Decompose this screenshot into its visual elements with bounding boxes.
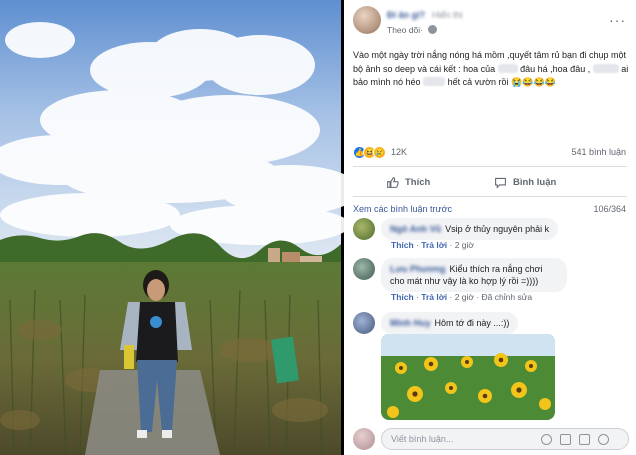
comment-composer: Viết bình luận... [353,428,629,450]
comment-bubble: Lưu Phương Kiểu thích ra nắng chơi cho má… [381,258,567,292]
thumbs-up-icon [387,176,399,188]
comment-count[interactable]: 541 bình luận [571,147,626,157]
divider [353,166,627,167]
comment-bubble: Minh Huy Hôm tớ đi này ...:)) [381,312,519,334]
redacted-text [497,63,518,73]
comment-bubble: Ngô Anh Vũ Vsip ở thủy nguyên phải k [381,218,559,240]
post-panel: Đi ăn gì? Hiển thị Theo dõi · ··· Vào mộ… [344,0,636,455]
author-extra: Hiển thị [432,10,463,20]
gif-icon[interactable] [579,434,590,445]
post-photo[interactable] [0,0,344,455]
author-avatar[interactable] [353,6,381,34]
sad-reaction-icon: 😢 [373,145,386,159]
current-user-avatar [353,428,375,450]
separator-dot: · [420,25,423,35]
comment-reply-link[interactable]: Trả lời [421,240,447,250]
comment-input-placeholder: Viết bình luận... [391,434,454,444]
more-icon[interactable]: ··· [609,12,626,28]
comment-like-link[interactable]: Thích [391,292,414,302]
comments-count-indicator: 106/364 [593,204,626,214]
like-button[interactable]: Thích [386,174,430,190]
post-text: Vào một ngày trời nắng nóng há mồm ,quyế… [353,49,629,90]
comment-text: Hôm tớ đi này ...:)) [434,318,510,328]
comment-button[interactable]: Bình luận [494,174,556,190]
facebook-photo-viewer: Đi ăn gì? Hiển thị Theo dõi · ··· Vào mộ… [0,0,636,455]
commenter-avatar[interactable] [353,312,375,334]
redacted-text [592,63,619,73]
comment-time[interactable]: 2 giờ [455,292,474,302]
comment-input[interactable]: Viết bình luận... [381,428,629,450]
comment-reply-link[interactable]: Trả lời [421,292,447,302]
commenter-name[interactable]: Lưu Phương [390,263,445,275]
reactions-summary[interactable]: 👍 😆 😢 12K [353,145,407,159]
comment-text: Vsip ở thủy nguyên phải k [445,224,550,234]
commenter-avatar[interactable] [353,218,375,240]
post-text-part2: đâu há ,hoa đâu , [520,63,591,74]
emoji-icon[interactable] [541,434,552,445]
comment-meta: Thích · Trả lời · 2 giờ · Đã chỉnh sửa [391,292,533,302]
reaction-count: 12K [391,147,408,157]
author-name[interactable]: Đi ăn gì? [387,10,425,20]
comment-edited[interactable]: Đã chỉnh sửa [482,292,533,302]
comment-label: Bình luận [513,176,557,188]
commenter-name[interactable]: Ngô Anh Vũ [390,223,441,235]
comment-icon [495,177,506,189]
post-text-part4: hết cả vườn rồi [447,77,509,87]
commenter-avatar[interactable] [353,258,375,280]
globe-icon [428,25,437,34]
redacted-text [423,77,446,86]
comment-like-link[interactable]: Thích [391,240,414,250]
comment-photo[interactable] [381,334,555,420]
follow-link[interactable]: Theo dõi [387,25,420,35]
like-label: Thích [405,176,431,188]
post-emojis: 😭😂😂😂 [511,77,556,87]
view-previous-comments[interactable]: Xem các bình luận trước [353,204,452,214]
camera-icon[interactable] [560,434,571,445]
sticker-icon[interactable] [598,434,609,445]
comment-meta: Thích · Trả lời · 2 giờ [391,240,474,250]
comment-time[interactable]: 2 giờ [455,240,474,250]
photo-pane [0,0,344,455]
commenter-name[interactable]: Minh Huy [390,317,431,329]
divider [353,196,627,197]
post-header: Đi ăn gì? Hiển thị Theo dõi · ··· [344,0,636,40]
